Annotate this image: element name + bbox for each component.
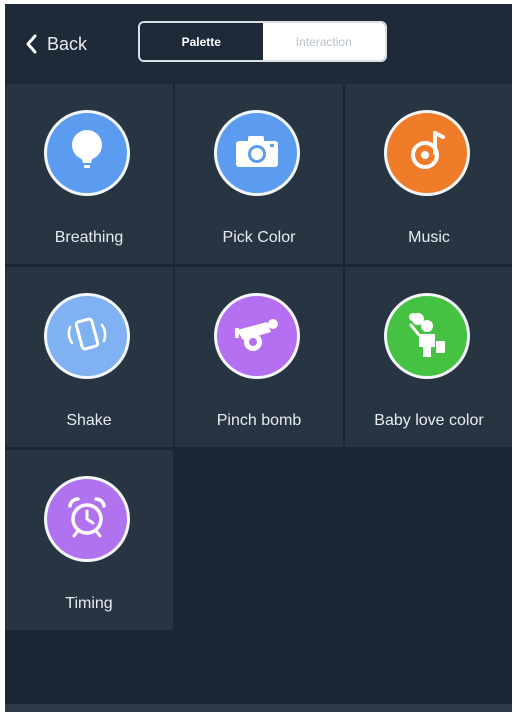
mode-label: Pinch bomb <box>216 412 302 429</box>
app-window: Back Palette Interaction Breathing Pick … <box>5 4 512 712</box>
mode-tile-pinch-bomb[interactable]: Pinch bomb <box>175 267 343 447</box>
mode-label: Breathing <box>54 229 124 246</box>
cannon-icon <box>231 314 283 359</box>
tab-interaction[interactable]: Interaction <box>262 23 385 60</box>
shake-phone-icon <box>62 309 112 364</box>
mode-label: Pick Color <box>222 229 296 246</box>
top-bar: Back Palette Interaction <box>5 4 512 84</box>
back-label: Back <box>47 33 88 54</box>
pick-color-icon-circle <box>214 110 300 196</box>
mode-tile-shake[interactable]: Shake <box>5 267 173 447</box>
music-note-icon <box>405 129 449 178</box>
music-icon-circle <box>384 110 470 196</box>
tab-palette[interactable]: Palette <box>140 23 263 60</box>
back-button[interactable]: Back <box>25 30 87 58</box>
mode-label: Music <box>408 229 450 246</box>
camera-icon <box>234 133 280 174</box>
mode-label: Timing <box>65 595 113 612</box>
mode-segmented-control: Palette Interaction <box>138 21 387 62</box>
alarm-clock-icon <box>64 494 110 545</box>
mode-tile-timing[interactable]: Timing <box>5 450 173 630</box>
mode-tile-breathing[interactable]: Breathing <box>5 84 173 264</box>
mode-label: Shake <box>66 412 112 429</box>
timing-icon-circle <box>44 476 130 562</box>
chevron-left-icon <box>25 34 37 54</box>
mode-label: Baby love color <box>374 412 484 429</box>
child-icon <box>405 309 449 364</box>
baby-love-color-icon-circle <box>384 293 470 379</box>
pinch-bomb-icon-circle <box>214 293 300 379</box>
shake-icon-circle <box>44 293 130 379</box>
mode-tile-music[interactable]: Music <box>345 84 512 264</box>
breathing-icon-circle <box>44 110 130 196</box>
mode-tile-baby-love-color[interactable]: Baby love color <box>345 267 512 447</box>
bottom-divider <box>5 704 512 712</box>
mode-tile-pick-color[interactable]: Pick Color <box>175 84 343 264</box>
light-bulb-icon <box>65 127 109 180</box>
